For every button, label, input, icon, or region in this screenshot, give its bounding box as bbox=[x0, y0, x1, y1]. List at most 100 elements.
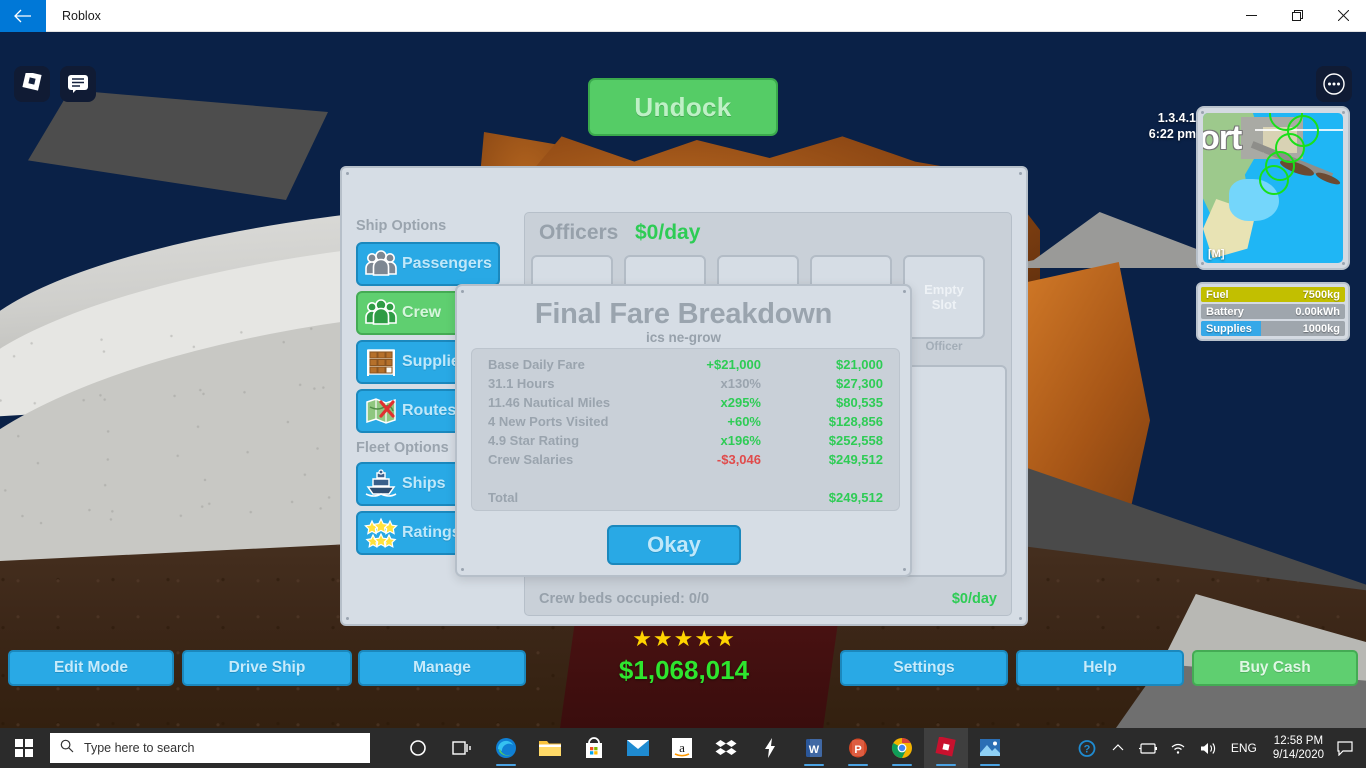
help-button[interactable]: Help bbox=[1016, 650, 1184, 686]
svg-text:P: P bbox=[854, 744, 861, 756]
task-view-icon[interactable] bbox=[440, 728, 484, 768]
empty-slot-line2: Slot bbox=[931, 297, 957, 312]
row-modifier: -$3,046 bbox=[716, 452, 761, 467]
undock-button[interactable]: Undock bbox=[588, 78, 778, 136]
dialog-subtitle: ics ne-grow bbox=[645, 330, 721, 345]
search-placeholder: Type here to search bbox=[84, 741, 195, 755]
minimap[interactable]: ort [M] bbox=[1196, 106, 1350, 270]
taskbar-clock[interactable]: 12:58 PM 9/14/2020 bbox=[1265, 734, 1332, 762]
search-input[interactable]: Type here to search bbox=[50, 733, 370, 763]
sidebar-item-label: Routes bbox=[402, 402, 457, 419]
row-label: 4 New Ports Visited bbox=[488, 414, 609, 429]
screen: Roblox Undock 1.3.4.1 6:22 pm ort [M] Fu… bbox=[0, 0, 1366, 768]
row-amount: $252,558 bbox=[828, 433, 883, 448]
row-label: Crew Salaries bbox=[488, 452, 574, 467]
crew-icon bbox=[364, 297, 398, 329]
svg-text:W: W bbox=[809, 744, 820, 756]
notification-icon[interactable] bbox=[1332, 728, 1358, 768]
drive-ship-button[interactable]: Drive Ship bbox=[182, 650, 352, 686]
row-modifier: +60% bbox=[727, 414, 761, 429]
sidebar-item-passengers[interactable]: Passengers bbox=[356, 242, 500, 286]
windows-start-icon[interactable] bbox=[0, 728, 48, 768]
chrome-icon[interactable] bbox=[880, 728, 924, 768]
file-explorer-icon[interactable] bbox=[528, 728, 572, 768]
back-arrow-icon[interactable] bbox=[0, 0, 46, 32]
windows-taskbar: Type here to search a W P ? ENG 12:58 PM… bbox=[0, 728, 1366, 768]
row-label: 11.46 Nautical Miles bbox=[488, 395, 611, 410]
roblox-icon[interactable] bbox=[924, 728, 968, 768]
officer-slot-empty[interactable]: Empty Slot bbox=[903, 255, 985, 339]
mail-icon[interactable] bbox=[616, 728, 660, 768]
fleet-options-title: Fleet Options bbox=[356, 440, 449, 456]
window-titlebar: Roblox bbox=[0, 0, 1366, 32]
volume-icon[interactable] bbox=[1193, 728, 1223, 768]
maximize-button[interactable] bbox=[1274, 0, 1320, 32]
dropbox-icon[interactable] bbox=[704, 728, 748, 768]
row-modifier: x130% bbox=[720, 376, 761, 391]
officers-title: Officers bbox=[539, 221, 619, 244]
row-amount: $80,535 bbox=[836, 395, 883, 410]
game-viewport[interactable]: Undock 1.3.4.1 6:22 pm ort [M] Fuel 7500… bbox=[0, 32, 1366, 728]
system-tray: ? ENG 12:58 PM 9/14/2020 bbox=[1073, 728, 1366, 768]
window-title: Roblox bbox=[62, 8, 101, 23]
minimap-canvas: ort [M] bbox=[1203, 113, 1343, 263]
row-label: 31.1 Hours bbox=[488, 376, 555, 391]
game-version: 1.3.4.1 bbox=[1157, 111, 1196, 125]
resource-name: Fuel bbox=[1206, 288, 1229, 301]
clock-date: 9/14/2020 bbox=[1272, 749, 1324, 761]
table-row-total: Total $249,512 bbox=[488, 488, 883, 507]
powerpoint-icon[interactable]: P bbox=[836, 728, 880, 768]
resource-row-battery: Battery 0.00kWh bbox=[1201, 304, 1345, 319]
wifi-icon[interactable] bbox=[1163, 728, 1193, 768]
officer-slot-caption: Officer bbox=[925, 341, 963, 353]
supplies-icon bbox=[364, 346, 398, 378]
sidebar-item-label: Ratings bbox=[402, 524, 461, 541]
resource-row-fuel: Fuel 7500kg bbox=[1201, 287, 1345, 302]
edit-mode-button[interactable]: Edit Mode bbox=[8, 650, 174, 686]
close-button[interactable] bbox=[1320, 0, 1366, 32]
table-row: Base Daily Fare +$21,000 $21,000 bbox=[488, 355, 883, 374]
resource-value: 1000kg bbox=[1302, 322, 1340, 335]
resource-panel: Fuel 7500kg Battery 0.00kWh Supplies 100… bbox=[1196, 282, 1350, 341]
crew-daily-rate: $0/day bbox=[951, 591, 997, 607]
svg-text:a: a bbox=[679, 740, 685, 755]
empty-slot-label: Empty Slot bbox=[905, 257, 983, 337]
language-indicator[interactable]: ENG bbox=[1223, 741, 1265, 755]
row-modifier: x295% bbox=[720, 395, 761, 410]
minimap-mode-label: [M] bbox=[1208, 248, 1225, 260]
settings-button[interactable]: Settings bbox=[840, 650, 1008, 686]
lightning-icon[interactable] bbox=[748, 728, 792, 768]
chat-icon[interactable] bbox=[60, 66, 96, 102]
fare-breakdown-table: Base Daily Fare +$21,000 $21,000 31.1 Ho… bbox=[471, 348, 900, 511]
table-row: Crew Salaries -$3,046 $249,512 bbox=[488, 450, 883, 469]
roblox-logo-icon[interactable] bbox=[14, 66, 50, 102]
sidebar-item-label: Crew bbox=[402, 304, 442, 321]
battery-icon[interactable] bbox=[1133, 728, 1163, 768]
edge-icon[interactable] bbox=[484, 728, 528, 768]
rating-stars: ★★★★★ bbox=[632, 626, 736, 651]
row-label: Base Daily Fare bbox=[488, 357, 585, 372]
microsoft-store-icon[interactable] bbox=[572, 728, 616, 768]
chevron-up-icon[interactable] bbox=[1103, 728, 1133, 768]
row-amount: $249,512 bbox=[828, 452, 883, 467]
row-modifier: +$21,000 bbox=[706, 357, 761, 372]
minimize-button[interactable] bbox=[1228, 0, 1274, 32]
resource-name: Supplies bbox=[1206, 322, 1252, 335]
search-icon bbox=[60, 739, 74, 758]
help-circle-icon[interactable]: ? bbox=[1073, 728, 1103, 768]
manage-button[interactable]: Manage bbox=[358, 650, 526, 686]
cortana-icon[interactable] bbox=[396, 728, 440, 768]
buy-cash-button[interactable]: Buy Cash bbox=[1192, 650, 1358, 686]
passengers-icon bbox=[364, 248, 398, 280]
okay-button[interactable]: Okay bbox=[607, 525, 741, 565]
taskbar-icons: a W P bbox=[396, 728, 1012, 768]
amazon-icon[interactable]: a bbox=[660, 728, 704, 768]
resource-row-supplies: Supplies 1000kg bbox=[1201, 321, 1345, 336]
word-icon[interactable]: W bbox=[792, 728, 836, 768]
version-clock: 1.3.4.1 6:22 pm bbox=[1140, 110, 1196, 142]
more-options-icon[interactable] bbox=[1316, 66, 1352, 102]
row-modifier: x196% bbox=[720, 433, 761, 448]
row-label: 4.9 Star Rating bbox=[488, 433, 580, 448]
photos-icon[interactable] bbox=[968, 728, 1012, 768]
